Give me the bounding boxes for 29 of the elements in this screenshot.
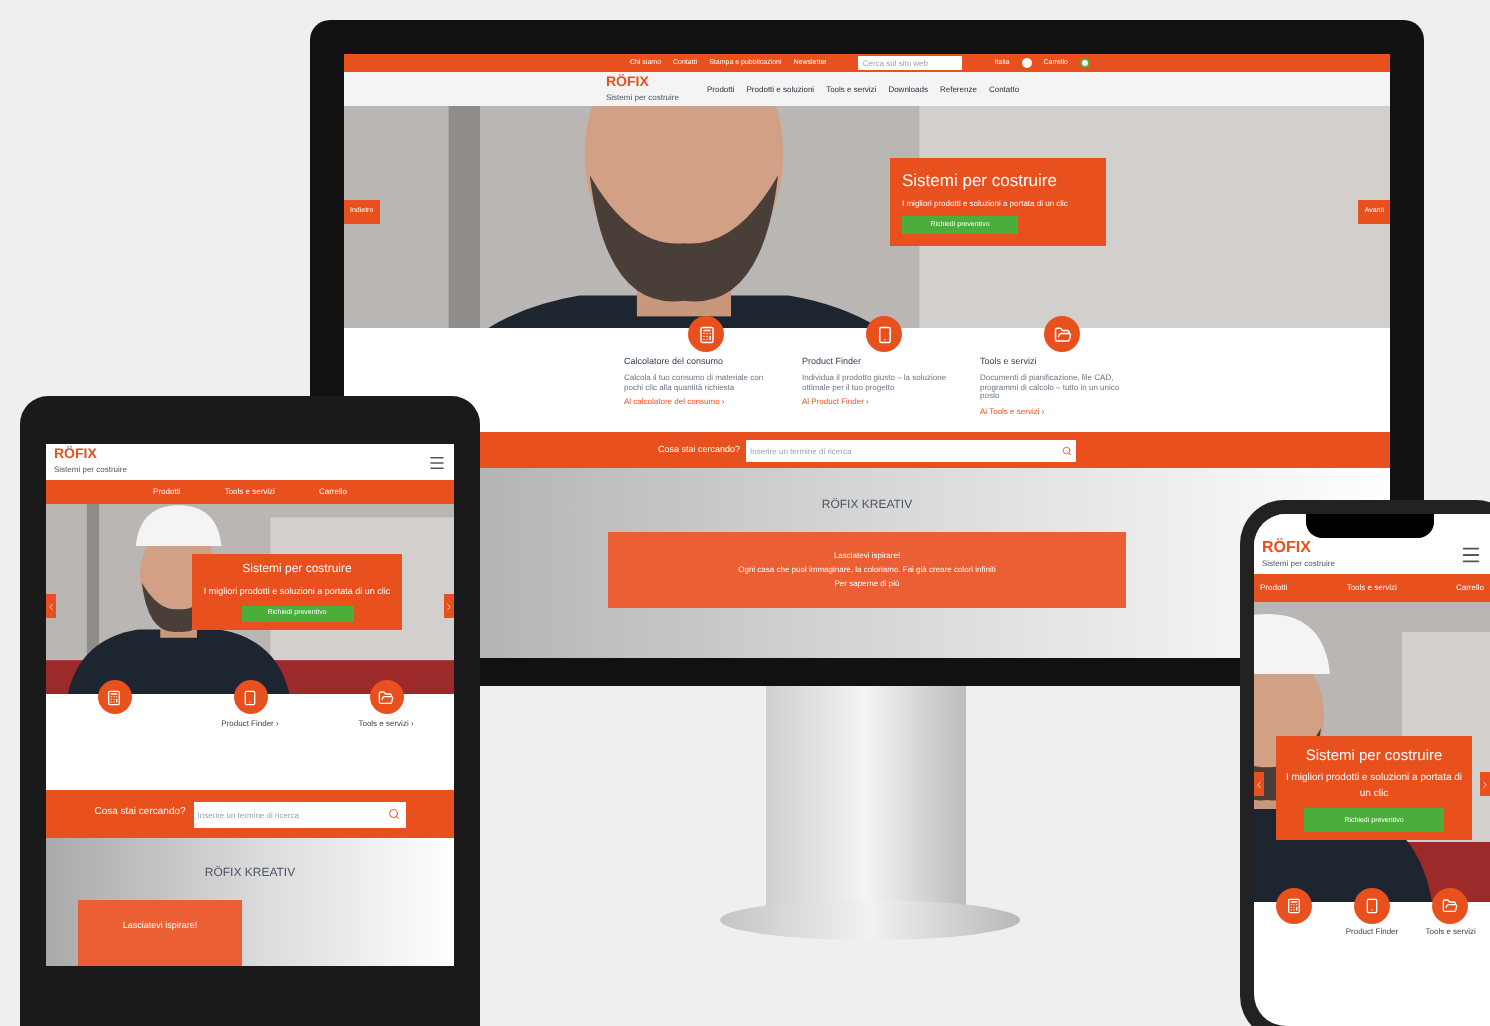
calculator-icon: [697, 325, 715, 343]
folder-icon: [1442, 898, 1459, 914]
chevron-right-icon: [444, 601, 454, 611]
feature-icon-badge[interactable]: [1275, 888, 1312, 924]
chevron-left-icon: [46, 601, 56, 611]
hero-title: Sistemi per costruire: [902, 170, 1059, 192]
search-icon: [1062, 445, 1073, 455]
menu-icon[interactable]: [428, 453, 446, 471]
logo[interactable]: RÖFIX: [1262, 539, 1335, 558]
phone-notch: [1306, 514, 1434, 538]
feature-icon-badge[interactable]: [97, 680, 131, 714]
feature-icon-badge[interactable]: [688, 316, 724, 352]
folder-icon: [1053, 325, 1071, 343]
search-button[interactable]: [383, 801, 406, 827]
feature-icon-badge[interactable]: [369, 680, 403, 714]
phone-icon: [875, 325, 893, 343]
chevron-right-icon: [1480, 779, 1490, 789]
search-button[interactable]: [1058, 439, 1077, 461]
search-icon: [388, 808, 401, 820]
feature-icon-badge[interactable]: [1353, 888, 1390, 924]
calculator-icon: [1285, 898, 1302, 914]
phone-icon: [242, 689, 258, 705]
phone-icon: [1363, 898, 1380, 914]
feature-icon-badge[interactable]: [1432, 888, 1469, 924]
folder-icon: [378, 689, 394, 705]
feature-icon-badge[interactable]: [233, 680, 267, 714]
calculator-icon: [106, 689, 122, 705]
chevron-left-icon: [1254, 779, 1264, 789]
menu-icon[interactable]: [1460, 543, 1482, 565]
